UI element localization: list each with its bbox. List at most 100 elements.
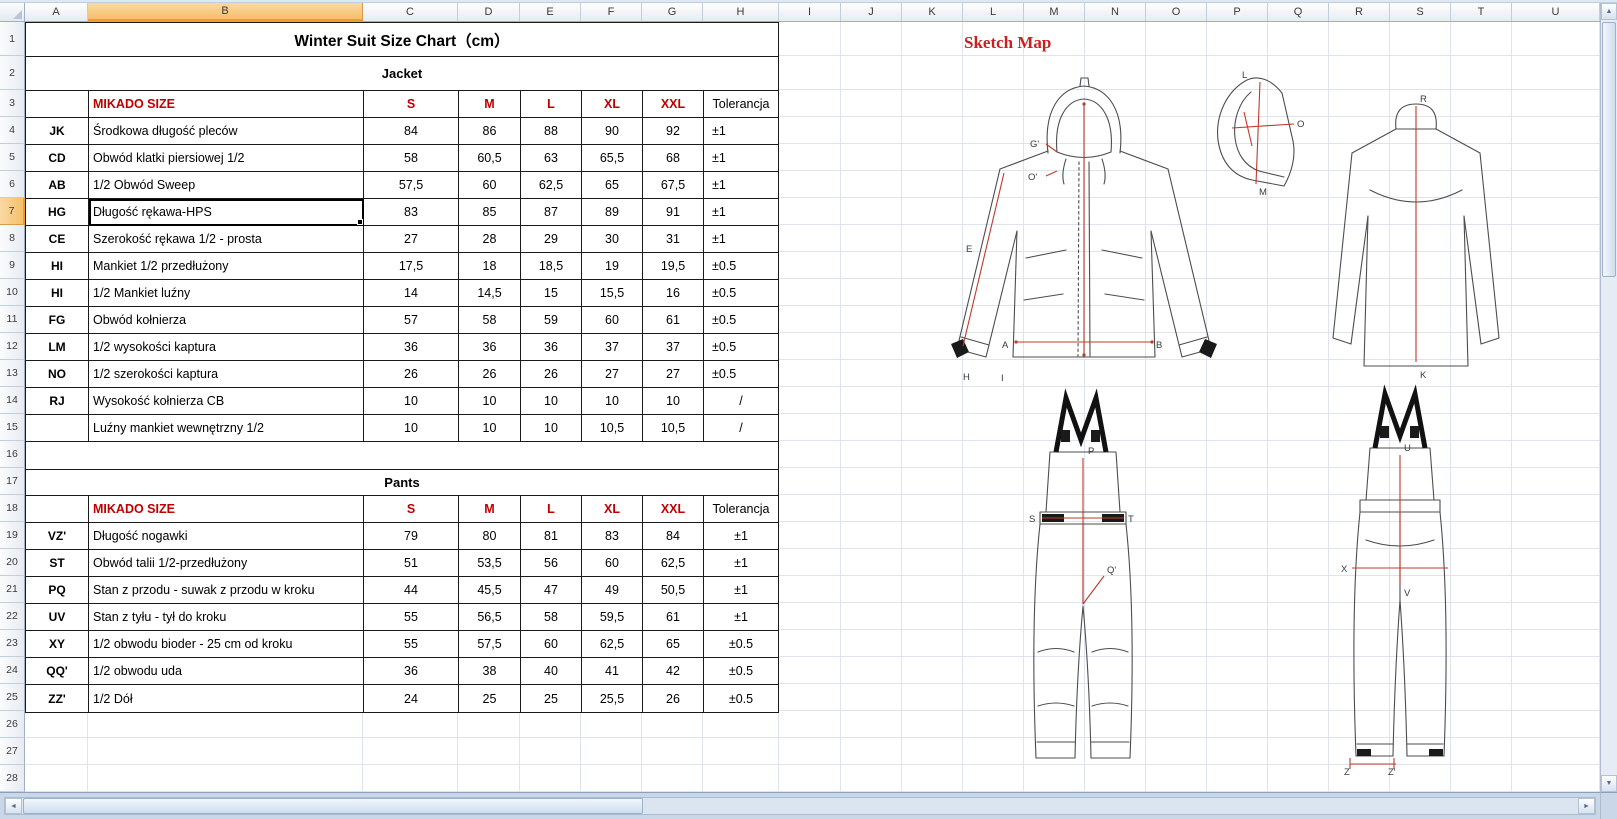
size-value-cell[interactable]: 55 xyxy=(364,631,459,658)
row-header-26[interactable]: 26 xyxy=(0,711,25,738)
size-value-cell[interactable]: 29 xyxy=(521,226,582,253)
tolerance-cell[interactable]: ±0.5 xyxy=(704,307,778,334)
size-value-cell[interactable]: 89 xyxy=(582,199,643,226)
size-value-cell[interactable]: 62,5 xyxy=(521,172,582,199)
column-header-B[interactable]: B xyxy=(88,3,363,21)
size-value-cell[interactable]: 83 xyxy=(364,199,459,226)
size-value-cell[interactable]: 50,5 xyxy=(643,577,704,604)
tolerance-cell[interactable]: ±1 xyxy=(704,145,778,172)
size-value-cell[interactable]: 92 xyxy=(643,118,704,145)
size-value-cell[interactable]: 60 xyxy=(521,631,582,658)
measurement-name-cell[interactable]: 1/2 Mankiet luźny xyxy=(89,280,364,307)
code-cell[interactable]: HI xyxy=(26,280,89,307)
tolerance-cell[interactable]: ±0.5 xyxy=(704,361,778,388)
measurement-name-cell[interactable]: Obwód klatki piersiowej 1/2 xyxy=(89,145,364,172)
size-value-cell[interactable]: 80 xyxy=(459,523,521,550)
column-header-H[interactable]: H xyxy=(703,3,779,21)
size-col-header-cell[interactable]: L xyxy=(521,496,582,523)
size-value-cell[interactable]: 60 xyxy=(582,550,643,577)
size-col-header-cell[interactable]: L xyxy=(521,91,582,118)
size-col-header-cell[interactable]: XXL xyxy=(643,496,704,523)
size-value-cell[interactable]: 38 xyxy=(459,658,521,685)
measurement-name-cell[interactable]: 1/2 obwodu bioder - 25 cm od kroku xyxy=(89,631,364,658)
size-value-cell[interactable]: 27 xyxy=(582,361,643,388)
size-value-cell[interactable]: 37 xyxy=(582,334,643,361)
horizontal-scroll-thumb[interactable] xyxy=(23,798,643,814)
size-value-cell[interactable]: 85 xyxy=(459,199,521,226)
row-header-25[interactable]: 25 xyxy=(0,684,25,711)
row-header-4[interactable]: 4 xyxy=(0,117,25,144)
size-value-cell[interactable]: 19 xyxy=(582,253,643,280)
size-value-cell[interactable]: 18 xyxy=(459,253,521,280)
size-value-cell[interactable]: 84 xyxy=(643,523,704,550)
size-value-cell[interactable]: 62,5 xyxy=(582,631,643,658)
tolerance-cell[interactable]: ±1 xyxy=(704,118,778,145)
tolerance-cell[interactable]: ±1 xyxy=(704,604,778,631)
column-header-T[interactable]: T xyxy=(1451,3,1512,21)
size-value-cell[interactable]: 26 xyxy=(459,361,521,388)
size-value-cell[interactable]: 56,5 xyxy=(459,604,521,631)
size-value-cell[interactable]: 10,5 xyxy=(582,415,643,442)
column-header-M[interactable]: M xyxy=(1024,3,1085,21)
row-header-8[interactable]: 8 xyxy=(0,225,25,252)
size-value-cell[interactable]: 14 xyxy=(364,280,459,307)
row-header-11[interactable]: 11 xyxy=(0,306,25,333)
pants-tolerance-header-cell[interactable]: Tolerancja xyxy=(704,496,778,523)
measurement-name-cell[interactable]: Środkowa długość pleców xyxy=(89,118,364,145)
scroll-right-icon[interactable]: ► xyxy=(1578,798,1595,814)
size-value-cell[interactable]: 60 xyxy=(582,307,643,334)
size-value-cell[interactable]: 67,5 xyxy=(643,172,704,199)
column-header-C[interactable]: C xyxy=(363,3,458,21)
code-cell[interactable]: FG xyxy=(26,307,89,334)
measurement-name-cell[interactable]: Szerokość rękawa 1/2 - prosta xyxy=(89,226,364,253)
row-header-28[interactable]: 28 xyxy=(0,765,25,792)
tolerance-cell[interactable]: ±1 xyxy=(704,199,778,226)
measurement-name-cell[interactable]: Obwód talii 1/2-przedłużony xyxy=(89,550,364,577)
scroll-left-icon[interactable]: ◄ xyxy=(5,798,22,814)
size-value-cell[interactable]: 57,5 xyxy=(459,631,521,658)
row-header-21[interactable]: 21 xyxy=(0,576,25,603)
size-value-cell[interactable]: 61 xyxy=(643,307,704,334)
size-col-header-cell[interactable]: XL xyxy=(582,496,643,523)
column-header-D[interactable]: D xyxy=(458,3,520,21)
size-value-cell[interactable]: 79 xyxy=(364,523,459,550)
jacket-tolerance-header-cell[interactable]: Tolerancja xyxy=(704,91,778,118)
size-value-cell[interactable]: 36 xyxy=(364,658,459,685)
tolerance-cell[interactable]: ±1 xyxy=(704,577,778,604)
tolerance-cell[interactable]: ±0.5 xyxy=(704,685,778,712)
tolerance-cell[interactable]: ±0.5 xyxy=(704,658,778,685)
size-value-cell[interactable]: 42 xyxy=(643,658,704,685)
tolerance-cell[interactable]: ±1 xyxy=(704,226,778,253)
jacket-code-header-cell[interactable] xyxy=(26,91,89,118)
measurement-name-cell[interactable]: 1/2 Obwód Sweep xyxy=(89,172,364,199)
tolerance-cell[interactable]: ±1 xyxy=(704,550,778,577)
row-header-6[interactable]: 6 xyxy=(0,171,25,198)
size-value-cell[interactable]: 19,5 xyxy=(643,253,704,280)
scroll-down-icon[interactable]: ▼ xyxy=(1601,775,1617,792)
measurement-name-cell[interactable]: 1/2 obwodu uda xyxy=(89,658,364,685)
size-value-cell[interactable]: 60 xyxy=(459,172,521,199)
code-cell[interactable]: HG xyxy=(26,199,89,226)
size-value-cell[interactable]: 26 xyxy=(643,685,704,712)
jacket-section-cell[interactable]: Jacket xyxy=(26,57,778,91)
code-cell[interactable]: CE xyxy=(26,226,89,253)
size-value-cell[interactable]: 36 xyxy=(459,334,521,361)
row-header-19[interactable]: 19 xyxy=(0,522,25,549)
tolerance-cell[interactable]: ±0.5 xyxy=(704,631,778,658)
size-value-cell[interactable]: 60,5 xyxy=(459,145,521,172)
column-header-F[interactable]: F xyxy=(581,3,642,21)
column-header-O[interactable]: O xyxy=(1146,3,1207,21)
measurement-name-cell[interactable]: Długość nogawki xyxy=(89,523,364,550)
size-value-cell[interactable]: 68 xyxy=(643,145,704,172)
code-cell[interactable]: RJ xyxy=(26,388,89,415)
size-value-cell[interactable]: 84 xyxy=(364,118,459,145)
column-header-G[interactable]: G xyxy=(642,3,703,21)
size-value-cell[interactable]: 16 xyxy=(643,280,704,307)
vertical-scroll-thumb[interactable] xyxy=(1602,22,1616,277)
tolerance-cell[interactable]: ±0.5 xyxy=(704,334,778,361)
code-cell[interactable] xyxy=(26,415,89,442)
size-value-cell[interactable]: 65,5 xyxy=(582,145,643,172)
size-value-cell[interactable]: 55 xyxy=(364,604,459,631)
row-header-20[interactable]: 20 xyxy=(0,549,25,576)
size-value-cell[interactable]: 10 xyxy=(364,415,459,442)
